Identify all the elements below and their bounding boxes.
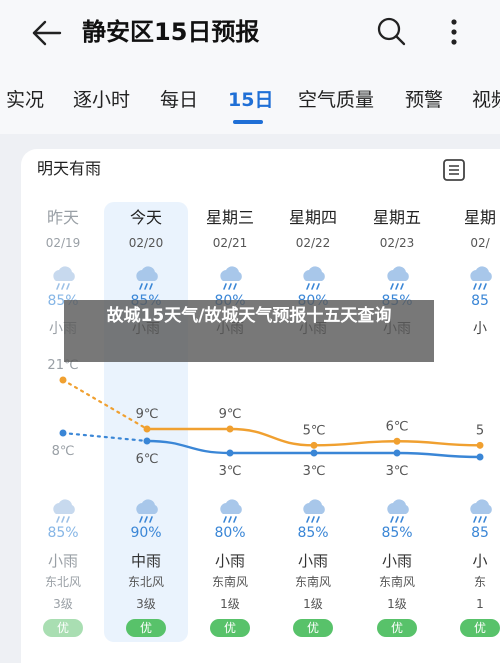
high-temp-label: 9℃ xyxy=(136,407,159,422)
high-temp-point xyxy=(393,437,401,445)
low-temp-point xyxy=(226,449,234,457)
high-temp-point xyxy=(143,425,151,433)
low-temp-label: 3℃ xyxy=(303,464,326,479)
high-temp-point xyxy=(226,425,234,433)
low-temp-point xyxy=(393,449,401,457)
high-temp-label: 9℃ xyxy=(219,407,242,422)
high-temp-label: 5℃ xyxy=(303,423,326,438)
high-temp-point xyxy=(59,376,67,384)
high-temp-point xyxy=(476,441,484,449)
high-temp-past-segment xyxy=(61,378,149,431)
high-temp-label: 5 xyxy=(476,423,484,438)
overlay-text: 故城15天气/故城天气预报十五天查询 xyxy=(106,306,392,326)
low-temp-point xyxy=(143,437,151,445)
high-temp-label: 6℃ xyxy=(386,419,409,434)
low-temp-point xyxy=(310,449,318,457)
high-temp-point xyxy=(310,441,318,449)
low-temp-label: 3℃ xyxy=(386,464,409,479)
low-temp-label: 8℃ xyxy=(52,444,75,459)
low-temp-label: 6℃ xyxy=(136,452,159,467)
low-temp-point xyxy=(476,453,484,461)
low-temp-label: 3℃ xyxy=(219,464,242,479)
low-temp-point xyxy=(59,429,67,437)
low-temp-past-segment xyxy=(61,431,149,443)
